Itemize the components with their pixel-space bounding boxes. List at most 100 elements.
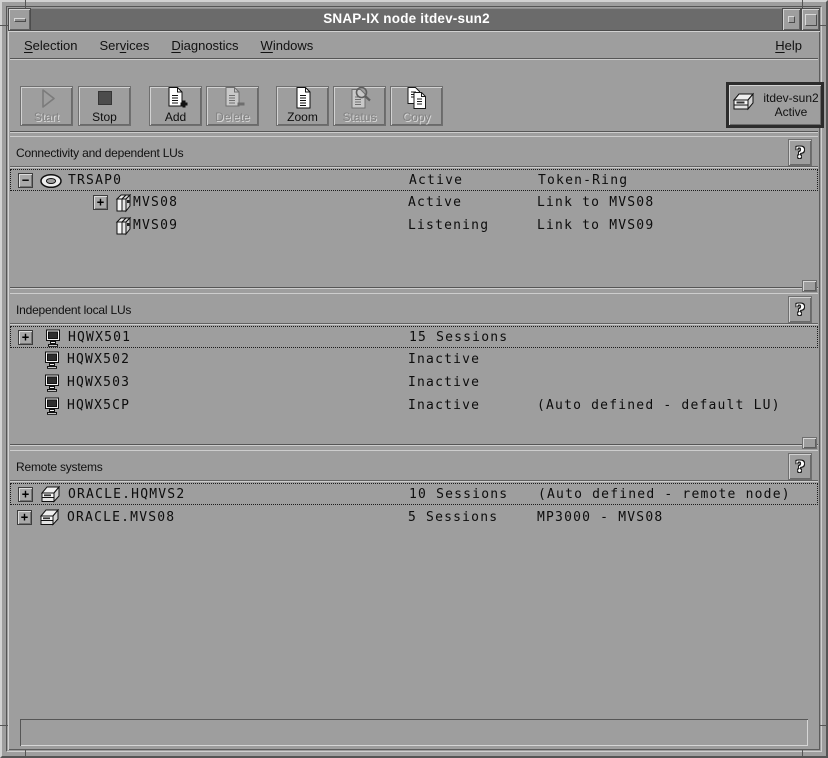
menubar-separator [10, 58, 818, 60]
status-button[interactable]: Status [333, 86, 386, 126]
menu-windows[interactable]: Windows [253, 35, 322, 56]
tree-row-hqwx501[interactable]: + HQWX501 15 Sessions [10, 326, 818, 348]
frame-notch [25, 750, 26, 758]
add-icon [164, 86, 188, 111]
zoom-button[interactable]: Zoom [276, 86, 329, 126]
tree-row-trsap0[interactable]: − TRSAP0 Active Token-Ring [10, 169, 818, 191]
expand-toggle[interactable]: + [18, 330, 33, 345]
delete-button[interactable]: Delete [206, 86, 259, 126]
resource-info: Link to MVS08 [537, 192, 654, 214]
collapse-toggle[interactable]: − [18, 173, 33, 188]
add-button[interactable]: Add [149, 86, 202, 126]
toolbar-separator [10, 131, 818, 133]
window-menu-button[interactable] [8, 8, 31, 31]
expand-toggle[interactable]: + [18, 487, 33, 502]
frame-notch [802, 750, 803, 758]
frame-notch [0, 25, 8, 26]
node-status-label: itdev-sun2 Active [763, 91, 818, 119]
menu-services[interactable]: Services [91, 35, 157, 56]
expand-toggle[interactable]: + [93, 195, 108, 210]
minimize-button[interactable] [782, 8, 801, 31]
pane-sash-handle[interactable] [802, 437, 817, 449]
pane-remote-systems-header: Remote systems ? [10, 450, 818, 481]
resource-name: MVS09 [133, 215, 178, 237]
token-ring-port-icon [39, 171, 63, 191]
frame-notch [820, 25, 828, 26]
frame-notch [802, 0, 803, 8]
menu-diagnostics[interactable]: Diagnostics [163, 35, 246, 56]
tree-row-hqwx502[interactable]: HQWX502 Inactive [10, 349, 818, 371]
status-icon [347, 86, 373, 111]
stop-icon [93, 87, 117, 111]
node-status-button[interactable]: itdev-sun2 Active [726, 82, 824, 128]
maximize-button[interactable] [801, 8, 820, 31]
resource-info: (Auto defined - remote node) [538, 484, 791, 504]
maximize-icon [805, 14, 817, 26]
resource-status: 10 Sessions [409, 484, 508, 504]
resource-status: Listening [408, 215, 489, 237]
resource-status: 5 Sessions [408, 507, 498, 529]
pane-divider [10, 287, 818, 289]
pane-connectivity-header: Connectivity and dependent LUs ? [10, 136, 818, 167]
window-menu-icon [14, 18, 26, 22]
start-button[interactable]: Start [20, 86, 73, 126]
tree-row-oracle-mvs08[interactable]: + ORACLE.MVS08 5 Sessions MP3000 - MVS08 [10, 507, 818, 529]
application-window: SNAP-IX node itdev-sun2 Selection Servic… [0, 0, 828, 758]
delete-icon [221, 86, 245, 111]
resource-name: TRSAP0 [68, 170, 122, 190]
local-lu-icon [40, 373, 64, 393]
menu-selection[interactable]: Selection [16, 35, 85, 56]
frame-notch [25, 0, 26, 8]
tree-row-mvs08[interactable]: + MVS08 Active Link to MVS08 [10, 192, 818, 214]
resource-name: HQWX5CP [67, 395, 130, 417]
help-button[interactable]: ? [788, 139, 812, 166]
resource-name: ORACLE.HQMVS2 [68, 484, 185, 504]
resource-status: Inactive [408, 349, 480, 371]
remote-system-icon [39, 485, 63, 505]
resource-info: Token-Ring [538, 170, 628, 190]
tree-row-mvs09[interactable]: MVS09 Listening Link to MVS09 [10, 215, 818, 237]
copy-icon [404, 86, 430, 111]
resource-info: Link to MVS09 [537, 215, 654, 237]
resource-name: MVS08 [133, 192, 178, 214]
zoom-icon [291, 86, 315, 111]
resource-status: Active [409, 170, 463, 190]
help-button[interactable]: ? [788, 296, 812, 323]
pane-local-lus: Independent local LUs ? + HQWX501 [10, 293, 818, 445]
resource-status: Active [408, 192, 462, 214]
menubar: Selection Services Diagnostics Windows H… [10, 33, 818, 58]
resource-name: HQWX501 [68, 327, 131, 347]
pane-local-lus-header: Independent local LUs ? [10, 293, 818, 324]
tree-row-hqwx503[interactable]: HQWX503 Inactive [10, 372, 818, 394]
pane-title: Independent local LUs [16, 303, 131, 317]
pane-title: Connectivity and dependent LUs [16, 146, 183, 160]
local-lu-icon [41, 328, 65, 348]
resource-info: (Auto defined - default LU) [537, 395, 781, 417]
tree-row-oracle-hqmvs2[interactable]: + ORACLE.HQMVS2 10 Sessions (Auto define… [10, 483, 818, 505]
tree-row-hqwx5cp[interactable]: HQWX5CP Inactive (Auto defined - default… [10, 395, 818, 417]
window-titlebar[interactable]: SNAP-IX node itdev-sun2 [8, 8, 820, 31]
help-button[interactable]: ? [788, 453, 812, 480]
resource-status: Inactive [408, 372, 480, 394]
start-icon [35, 87, 59, 111]
remote-system-icon [38, 508, 62, 528]
menu-help[interactable]: Help [767, 35, 810, 56]
resource-name: ORACLE.MVS08 [67, 507, 175, 529]
pane-connectivity: Connectivity and dependent LUs ? − TRSAP… [10, 136, 818, 288]
client-area: Selection Services Diagnostics Windows H… [8, 31, 820, 750]
pane-sash-handle[interactable] [802, 280, 817, 292]
window-title: SNAP-IX node itdev-sun2 [31, 8, 782, 31]
expand-toggle[interactable]: + [17, 510, 32, 525]
minimize-icon [788, 16, 795, 23]
node-icon [731, 92, 757, 119]
pane-divider [10, 444, 818, 446]
resource-name: HQWX503 [67, 372, 130, 394]
copy-button[interactable]: Copy [390, 86, 443, 126]
resource-name: HQWX502 [67, 349, 130, 371]
local-lu-icon [40, 350, 64, 370]
local-lu-icon [40, 396, 64, 416]
resource-status: Inactive [408, 395, 480, 417]
stop-button[interactable]: Stop [78, 86, 131, 126]
status-message-bar [20, 719, 808, 746]
resource-status: 15 Sessions [409, 327, 508, 347]
